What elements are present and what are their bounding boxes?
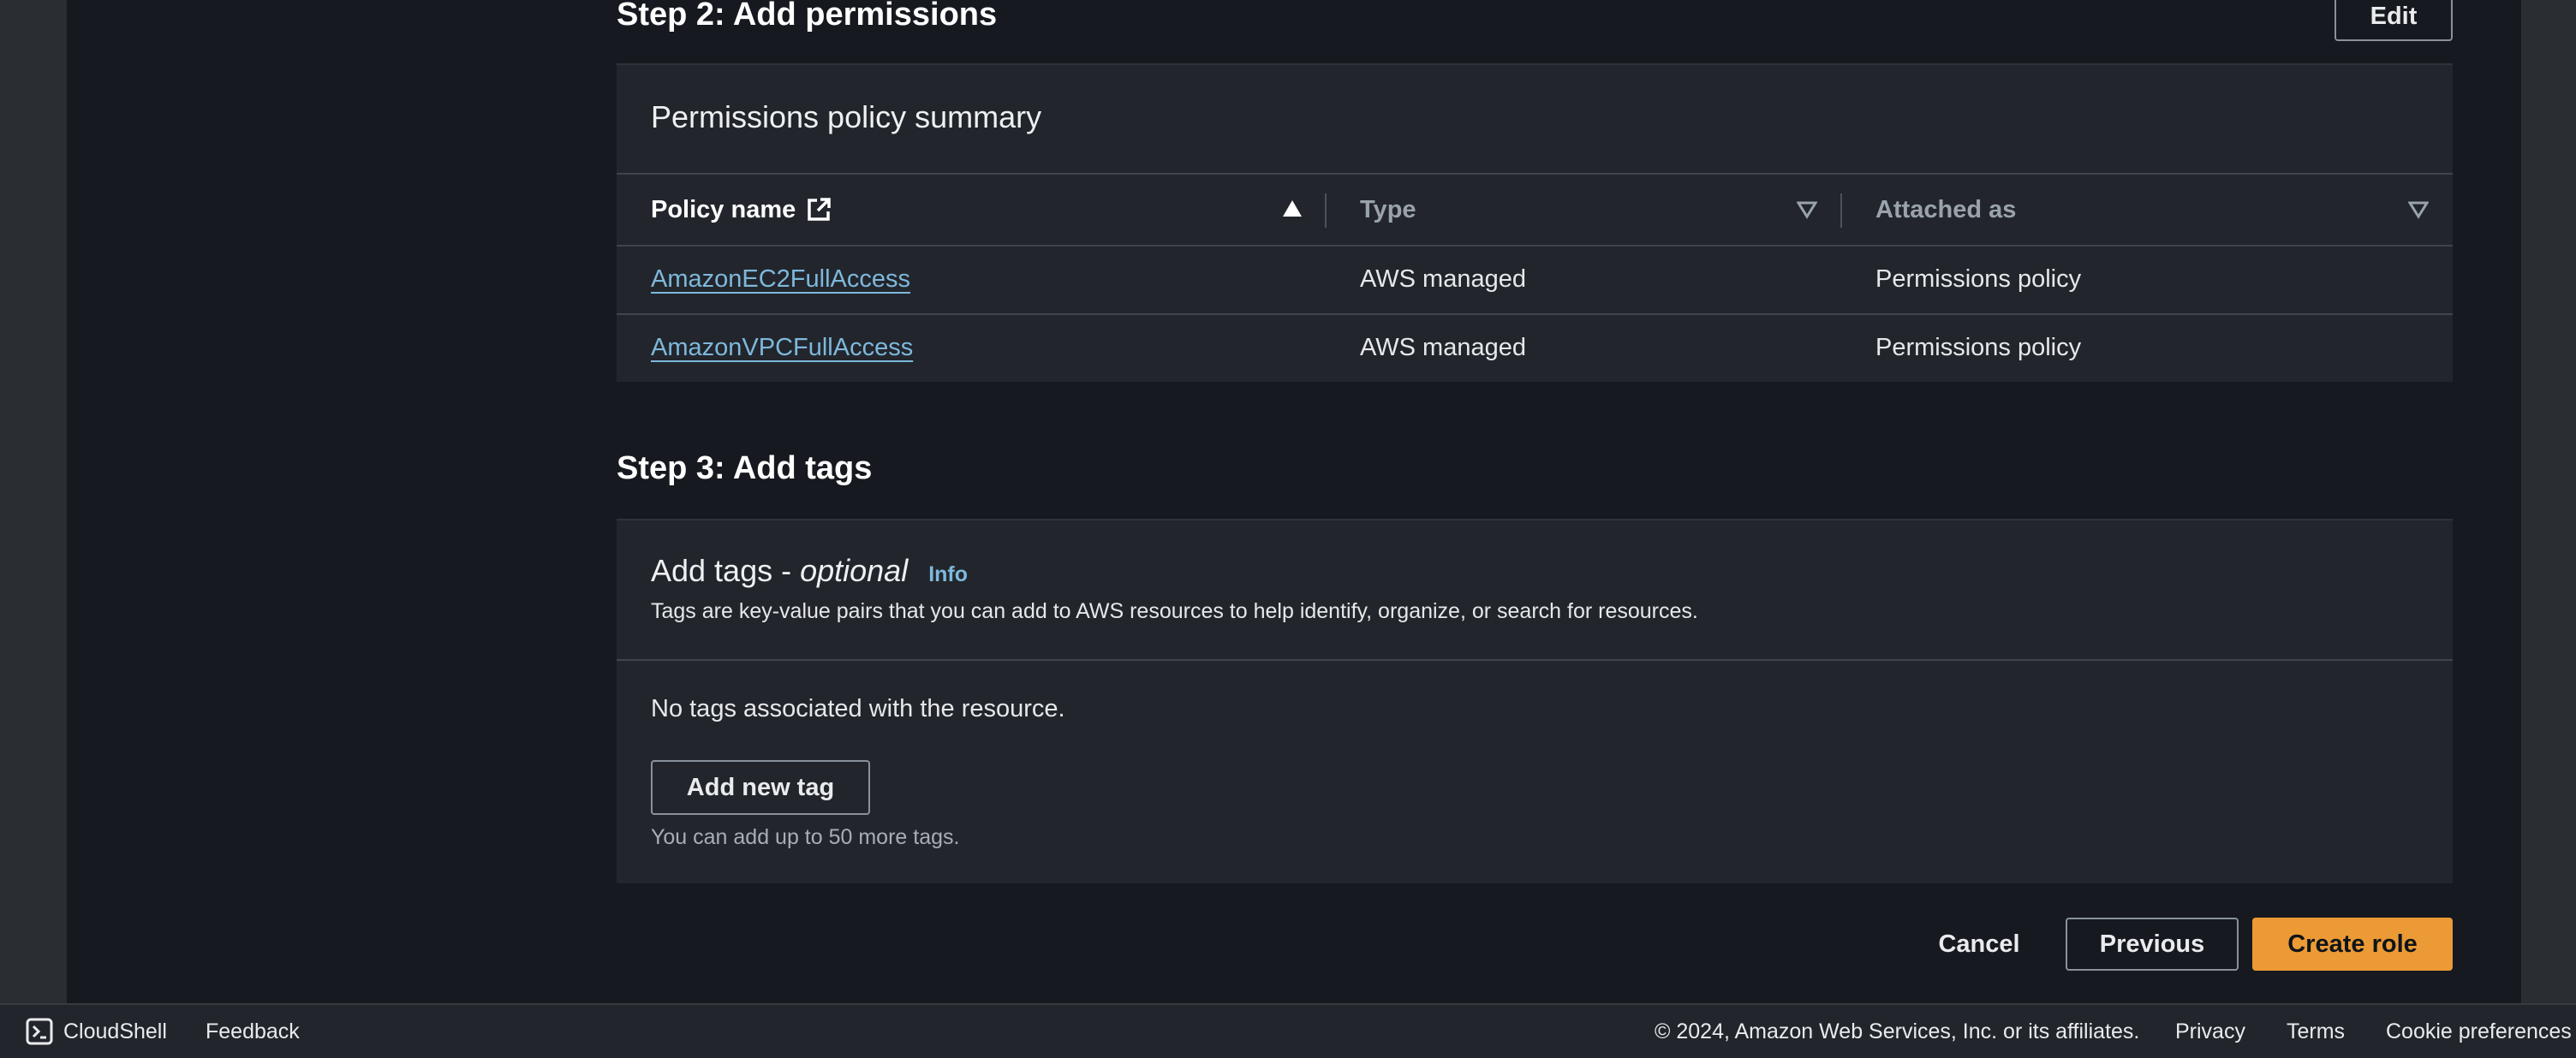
tags-panel-title: Add tags - optional Info [651, 553, 968, 589]
attached-as-cell: Permissions policy [1875, 333, 2082, 361]
sort-dropdown-icon[interactable] [1796, 200, 1818, 223]
sort-dropdown-icon[interactable] [2407, 200, 2430, 223]
tags-description: Tags are key-value pairs that you can ad… [651, 599, 1698, 623]
cookie-preferences-link[interactable]: Cookie preferences [2386, 1005, 2572, 1058]
edit-button[interactable]: Edit [2334, 0, 2453, 41]
sort-ascending-icon[interactable] [1281, 199, 1303, 223]
policy-type-cell: AWS managed [1360, 333, 1526, 361]
terms-link[interactable]: Terms [2287, 1005, 2345, 1058]
policy-name-cell: AmazonVPCFullAccess [651, 313, 913, 382]
feedback-link[interactable]: Feedback [206, 1005, 300, 1058]
step3-title: Step 3: Add tags [617, 450, 873, 486]
optional-label: optional [800, 553, 909, 588]
table-row: AmazonEC2FullAccess AWS managed Permissi… [617, 245, 2453, 315]
cloudshell-button[interactable]: CloudShell [26, 1005, 167, 1058]
copyright-text: © 2024, Amazon Web Services, Inc. or its… [1655, 1019, 2140, 1043]
column-header-label: Type [1360, 195, 1416, 223]
permissions-panel: Permissions policy summary Policy name T… [617, 63, 2453, 382]
table-header: Policy name Type Attached as [617, 173, 2453, 247]
policy-type-cell: AWS managed [1360, 264, 1526, 293]
privacy-link[interactable]: Privacy [2175, 1005, 2245, 1058]
table-row: AmazonVPCFullAccess AWS managed Permissi… [617, 313, 2453, 382]
create-role-button[interactable]: Create role [2252, 918, 2453, 971]
column-header-policy-name[interactable]: Policy name [651, 175, 832, 245]
column-header-label: Attached as [1875, 195, 2017, 223]
tags-panel-title-text: Add tags - [651, 553, 801, 588]
policy-link[interactable]: AmazonEC2FullAccess [651, 265, 910, 294]
column-divider [1840, 193, 1842, 228]
permissions-panel-title: Permissions policy summary [651, 99, 1042, 134]
left-gutter [0, 0, 67, 1003]
external-link-icon [806, 197, 832, 223]
policy-name-cell: AmazonEC2FullAccess [651, 245, 910, 313]
add-new-tag-button[interactable]: Add new tag [651, 760, 870, 815]
cloudshell-icon [26, 1018, 53, 1045]
tag-limit-text: You can add up to 50 more tags. [651, 825, 960, 849]
tags-panel-divider [617, 659, 2453, 661]
column-divider [1325, 193, 1327, 228]
column-header-attached-as[interactable]: Attached as [1875, 175, 2016, 245]
attached-as-cell: Permissions policy [1875, 264, 2082, 293]
footer-bar: CloudShell Feedback © 2024, Amazon Web S… [0, 1003, 2576, 1058]
step2-title: Step 2: Add permissions [617, 0, 998, 33]
info-link[interactable]: Info [928, 562, 968, 586]
previous-button[interactable]: Previous [2066, 918, 2239, 971]
column-header-label: Policy name [651, 195, 796, 223]
policy-link[interactable]: AmazonVPCFullAccess [651, 334, 913, 362]
cloudshell-label: CloudShell [63, 1019, 167, 1043]
tags-panel: Add tags - optional Info Tags are key-va… [617, 519, 2453, 883]
cancel-button[interactable]: Cancel [1915, 918, 2043, 971]
column-header-type[interactable]: Type [1360, 175, 1416, 245]
right-gutter [2521, 0, 2576, 1003]
no-tags-text: No tags associated with the resource. [651, 695, 1065, 722]
